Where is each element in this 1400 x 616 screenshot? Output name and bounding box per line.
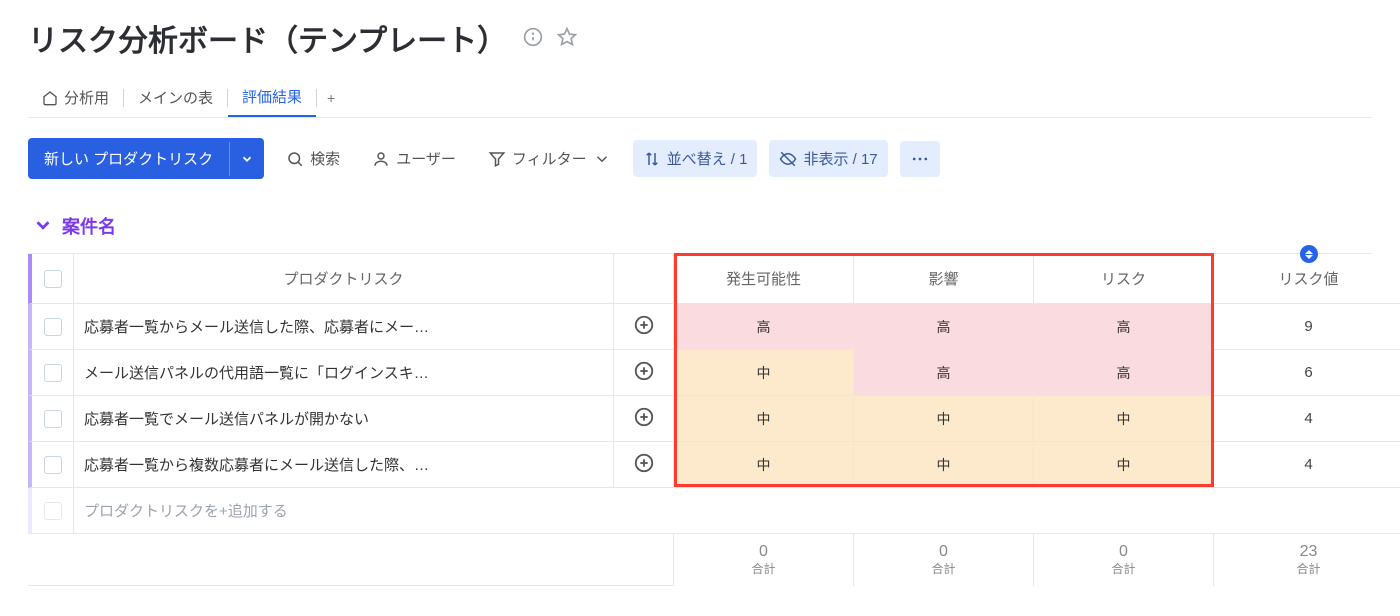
filter-icon (488, 150, 506, 168)
col-comment (614, 254, 674, 304)
more-button[interactable] (900, 141, 940, 177)
row-checkbox[interactable] (28, 396, 74, 442)
add-comment-icon[interactable] (633, 360, 655, 385)
col-likelihood[interactable]: 発生可能性 (674, 254, 854, 304)
col-risk-value[interactable]: リスク値 (1214, 254, 1400, 304)
page-title: リスク分析ボード（テンプレート） (28, 16, 507, 60)
tab-main-table[interactable]: メインの表 (124, 79, 227, 116)
risk-value-cell: 6 (1214, 350, 1400, 396)
footer-spacer (614, 534, 674, 586)
risk-value-cell: 4 (1214, 396, 1400, 442)
risk-value-cell: 4 (1214, 442, 1400, 488)
impact-cell[interactable]: 高 (854, 304, 1034, 350)
add-comment-icon[interactable] (633, 314, 655, 339)
impact-cell[interactable]: 中 (854, 442, 1034, 488)
risk-level-cell[interactable]: 中 (1034, 442, 1214, 488)
add-comment-icon[interactable] (633, 452, 655, 477)
comment-cell (614, 304, 674, 350)
hide-icon (779, 150, 797, 168)
tab-bar: 分析用 メインの表 評価結果 + (28, 78, 1372, 118)
tab-label: メインの表 (138, 87, 213, 108)
info-icon[interactable] (523, 27, 543, 50)
toolbar: 新しい プロダクトリスク 検索 ユーザー フィルター 並べ替え / 1 非表示 … (28, 138, 1372, 179)
risk-name-cell[interactable]: 応募者一覧でメール送信パネルが開かない (74, 396, 614, 442)
likelihood-cell[interactable]: 中 (674, 442, 854, 488)
new-risk-button[interactable]: 新しい プロダクトリスク (28, 138, 264, 179)
sum-risk-value: 23合計 (1214, 534, 1400, 586)
likelihood-cell[interactable]: 高 (674, 304, 854, 350)
chevron-down-icon (593, 150, 611, 168)
row-checkbox[interactable] (28, 304, 74, 350)
tab-label: 分析用 (64, 87, 109, 108)
risk-value-cell: 9 (1214, 304, 1400, 350)
more-icon (910, 149, 930, 169)
add-row-button[interactable]: プロダクトリスクを+追加する (74, 488, 1400, 534)
risk-name-cell[interactable]: メール送信パネルの代用語一覧に「ログインスキ… (74, 350, 614, 396)
search-icon (286, 150, 304, 168)
user-button[interactable]: ユーザー (362, 140, 466, 177)
impact-cell[interactable]: 中 (854, 396, 1034, 442)
comment-cell (614, 350, 674, 396)
comment-cell (614, 396, 674, 442)
likelihood-cell[interactable]: 中 (674, 396, 854, 442)
row-checkbox[interactable] (28, 442, 74, 488)
group-collapse[interactable] (32, 214, 54, 239)
col-risk[interactable]: プロダクトリスク (74, 254, 614, 304)
new-risk-dropdown[interactable] (229, 142, 264, 176)
hide-label: 非表示 / 17 (803, 148, 877, 169)
tab-analysis[interactable]: 分析用 (28, 79, 123, 116)
col-impact[interactable]: 影響 (854, 254, 1034, 304)
hide-button[interactable]: 非表示 / 17 (769, 140, 887, 177)
group-title: 案件名 (62, 213, 116, 239)
risk-name-cell[interactable]: 応募者一覧からメール送信した際、応募者にメー… (74, 304, 614, 350)
sort-badge-icon[interactable] (1300, 245, 1318, 263)
impact-cell[interactable]: 高 (854, 350, 1034, 396)
footer-spacer (28, 534, 74, 586)
likelihood-cell[interactable]: 中 (674, 350, 854, 396)
home-icon (42, 90, 58, 106)
add-comment-icon[interactable] (633, 406, 655, 431)
tab-add[interactable]: + (317, 82, 345, 114)
footer-spacer (74, 534, 614, 586)
filter-button[interactable]: フィルター (478, 140, 621, 177)
tab-label: 評価結果 (242, 86, 302, 107)
select-all-checkbox[interactable] (28, 254, 74, 304)
tab-results[interactable]: 評価結果 (228, 78, 316, 117)
risk-level-cell[interactable]: 中 (1034, 396, 1214, 442)
chevron-down-icon (32, 214, 54, 236)
chevron-down-icon (240, 152, 254, 166)
row-checkbox[interactable] (28, 350, 74, 396)
data-table: プロダクトリスク発生可能性影響リスクリスク値応募者一覧からメール送信した際、応募… (28, 253, 1372, 586)
risk-level-cell[interactable]: 高 (1034, 304, 1214, 350)
sort-icon (643, 150, 661, 168)
new-risk-label: 新しい プロダクトリスク (28, 138, 229, 179)
risk-name-cell[interactable]: 応募者一覧から複数応募者にメール送信した際、… (74, 442, 614, 488)
sum-risk-level: 0合計 (1034, 534, 1214, 586)
filter-label: フィルター (512, 148, 587, 169)
sort-button[interactable]: 並べ替え / 1 (633, 140, 758, 177)
comment-cell (614, 442, 674, 488)
risk-level-cell[interactable]: 高 (1034, 350, 1214, 396)
col-risk-level[interactable]: リスク (1034, 254, 1214, 304)
sum-impact: 0合計 (854, 534, 1034, 586)
sort-label: 並べ替え / 1 (667, 148, 748, 169)
sum-likelihood: 0合計 (674, 534, 854, 586)
search-label: 検索 (310, 148, 340, 169)
star-icon[interactable] (557, 27, 577, 50)
user-label: ユーザー (396, 148, 456, 169)
search-button[interactable]: 検索 (276, 140, 350, 177)
add-row-checkbox (28, 488, 74, 534)
user-icon (372, 150, 390, 168)
